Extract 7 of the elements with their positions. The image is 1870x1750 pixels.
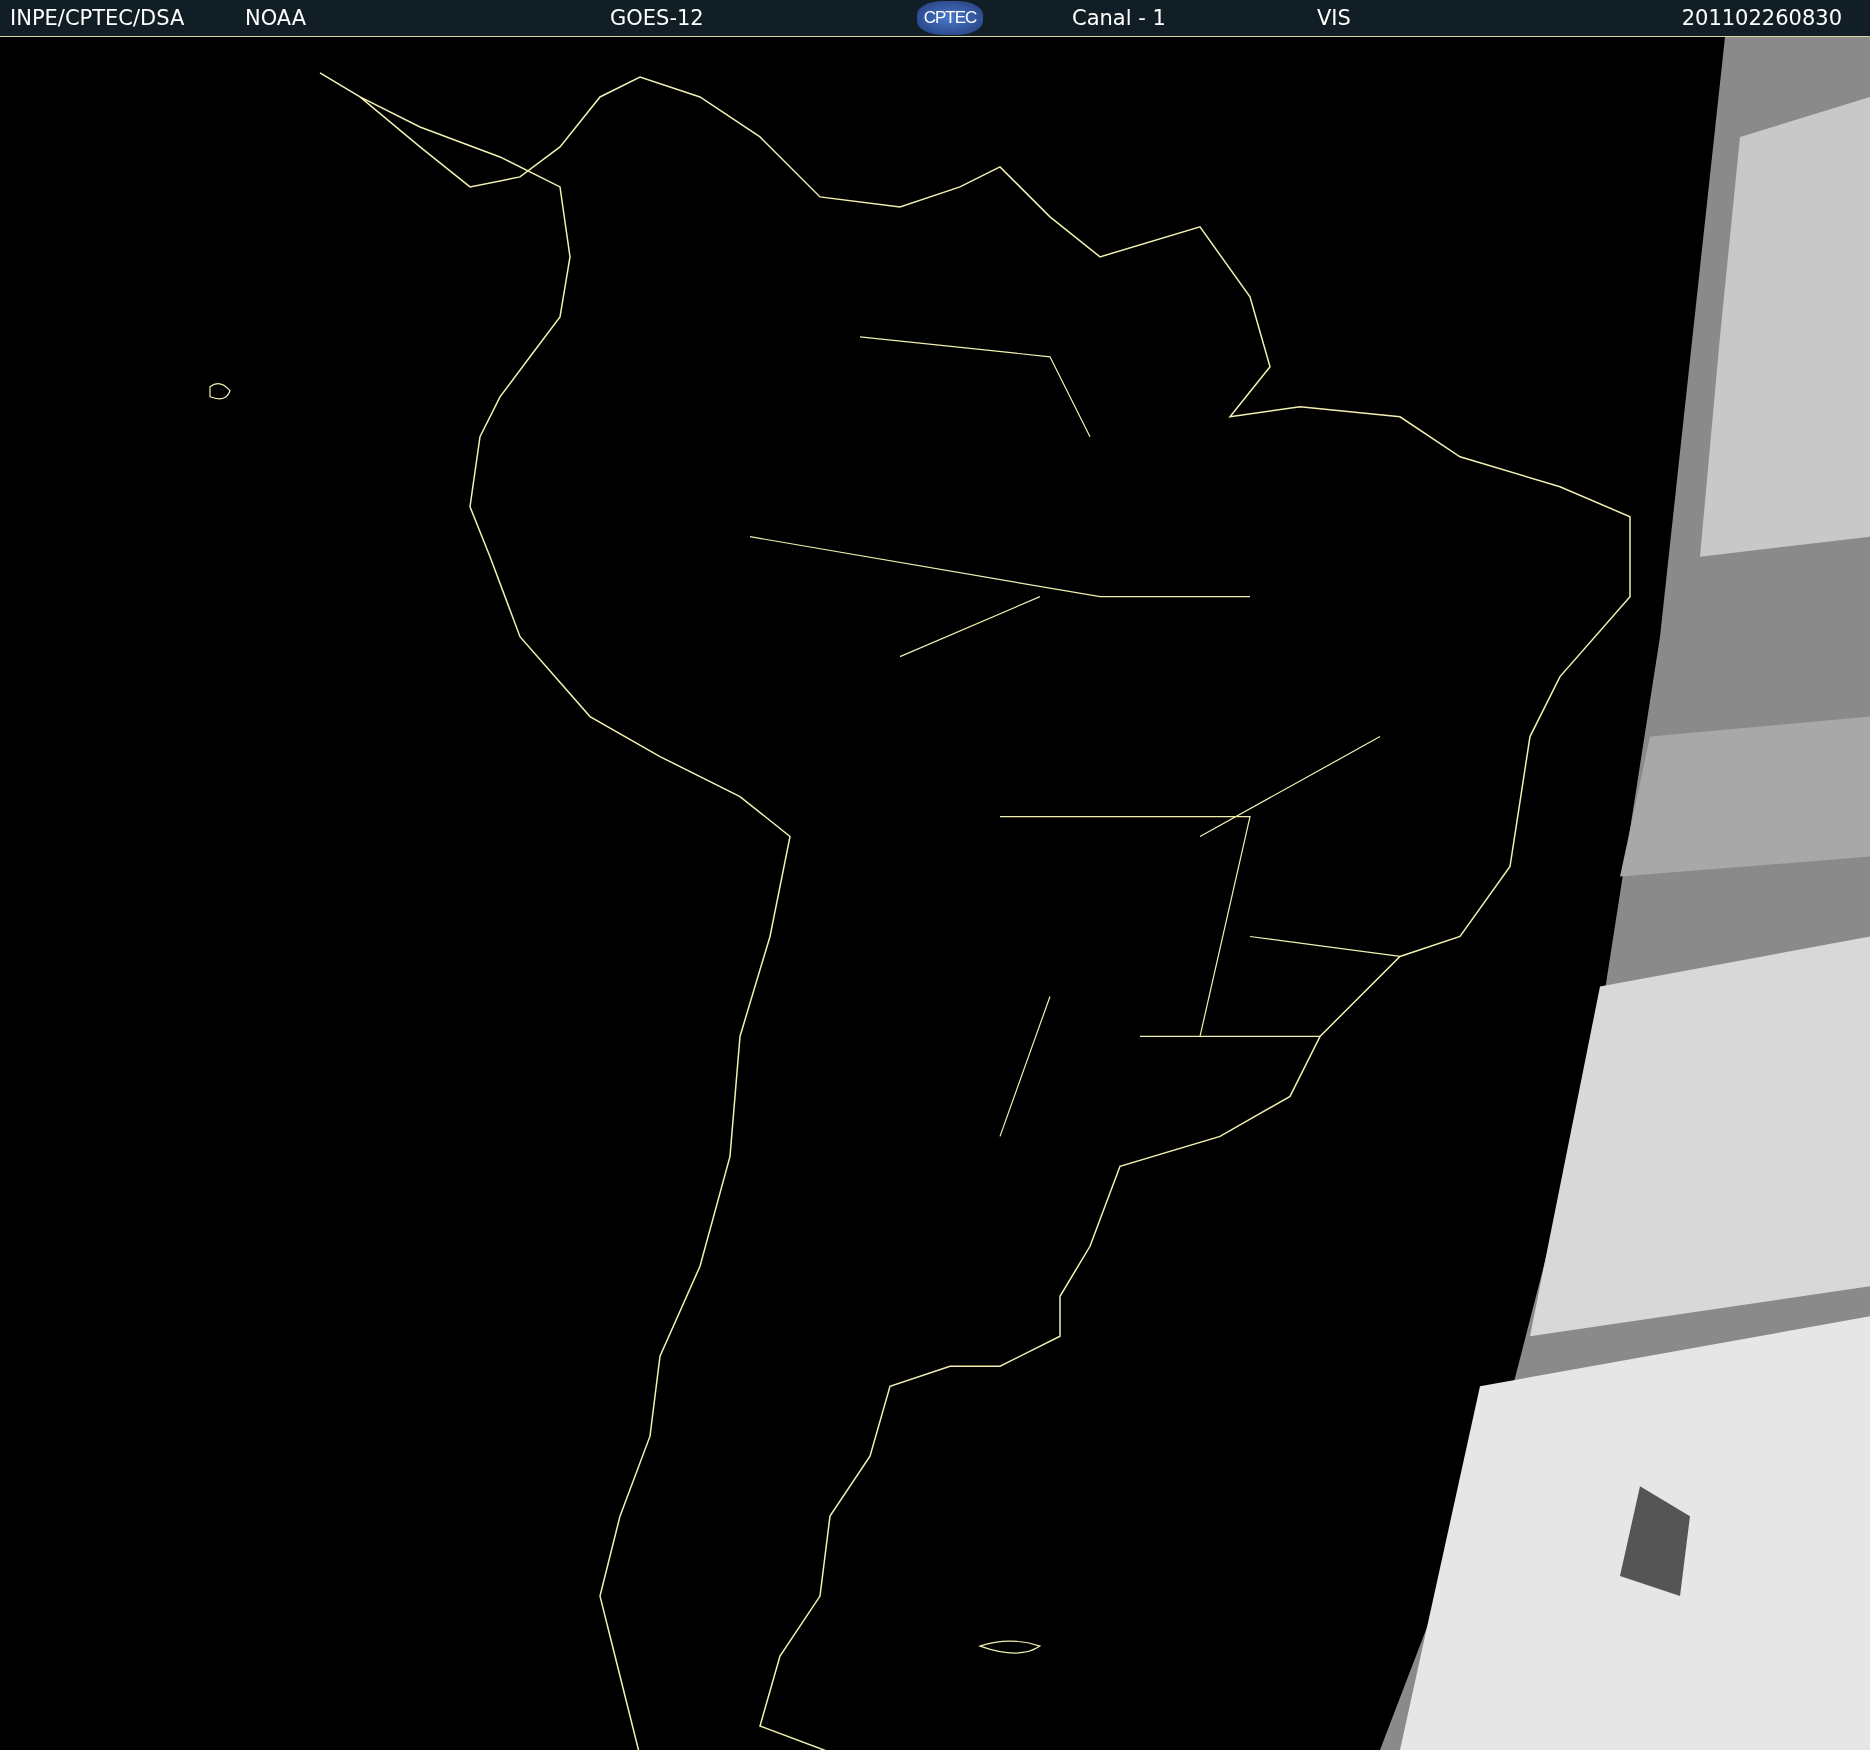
channel-label: Canal - 1 xyxy=(1071,6,1167,30)
agency-label: NOAA xyxy=(244,6,308,30)
band-label: VIS xyxy=(1316,6,1352,30)
source-label: INPE/CPTEC/DSA xyxy=(9,6,186,30)
satellite-label: GOES-12 xyxy=(609,6,705,30)
logo: CPTEC xyxy=(917,1,983,35)
timestamp-label: 201102260830 xyxy=(1680,6,1843,30)
